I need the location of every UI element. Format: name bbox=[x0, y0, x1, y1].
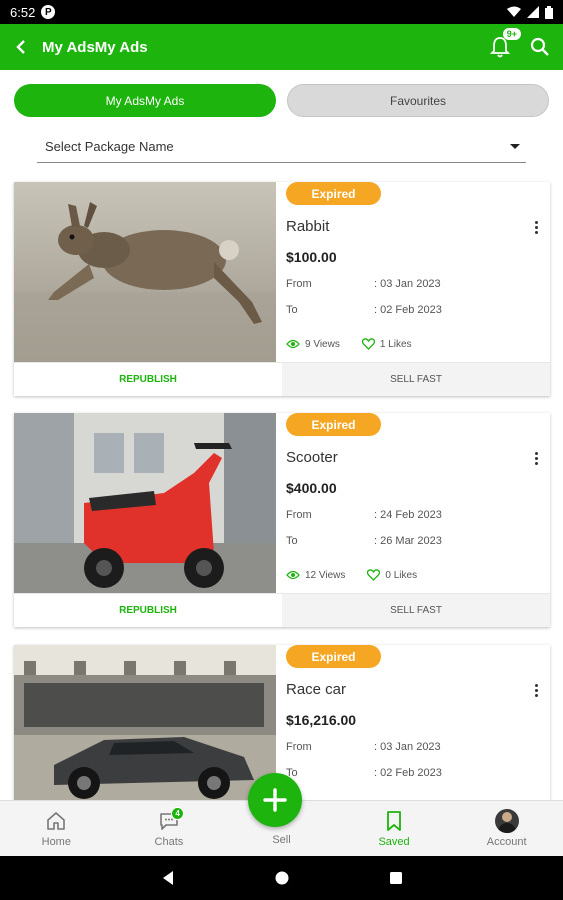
from-date: : 24 Feb 2023 bbox=[374, 509, 442, 521]
dropdown-caret-icon bbox=[510, 144, 520, 149]
nav-home[interactable]: Home bbox=[0, 801, 113, 856]
ad-stats: 9 Views 1 Likes bbox=[286, 338, 434, 350]
from-row: From : 03 Jan 2023 bbox=[286, 741, 441, 753]
plus-icon bbox=[263, 788, 287, 812]
app-notification-icon: P bbox=[41, 5, 56, 19]
ad-info: Expired Scooter $400.00 From : 24 Feb 20… bbox=[286, 413, 550, 593]
ad-title: Rabbit bbox=[286, 218, 330, 235]
to-date: : 26 Mar 2023 bbox=[374, 535, 442, 547]
ad-photo-race-car[interactable] bbox=[14, 645, 276, 825]
bookmark-icon bbox=[387, 811, 401, 831]
status-bar: 6:52 P bbox=[0, 0, 563, 24]
kebab-menu-icon[interactable] bbox=[528, 218, 544, 236]
nav-saved[interactable]: Saved bbox=[338, 801, 451, 856]
nav-chats[interactable]: 4 Chats bbox=[113, 801, 226, 856]
from-row: From : 03 Jan 2023 bbox=[286, 278, 441, 290]
status-time: 6:52 bbox=[10, 4, 36, 20]
system-nav-bar bbox=[0, 856, 563, 900]
kebab-menu-icon[interactable] bbox=[528, 449, 544, 467]
nav-sell-label: Sell bbox=[272, 834, 291, 846]
ad-actions: REPUBLISH SELL FAST bbox=[14, 362, 550, 396]
views-count: 12 Views bbox=[305, 569, 346, 581]
status-badge: Expired bbox=[286, 645, 381, 668]
sell-fab-button[interactable] bbox=[248, 773, 302, 827]
nav-account-label: Account bbox=[486, 836, 527, 848]
heart-icon bbox=[367, 569, 381, 581]
nav-account[interactable]: Account bbox=[450, 801, 563, 856]
republish-button[interactable]: REPUBLISH bbox=[14, 363, 282, 396]
from-date: : 03 Jan 2023 bbox=[374, 741, 441, 753]
to-date: : 02 Feb 2023 bbox=[374, 304, 442, 316]
from-row: From : 24 Feb 2023 bbox=[286, 509, 442, 521]
from-label: From bbox=[286, 741, 312, 753]
home-icon bbox=[47, 812, 66, 830]
ad-title: Race car bbox=[286, 681, 347, 698]
system-recents-icon[interactable] bbox=[389, 871, 403, 885]
to-label: To bbox=[286, 535, 298, 547]
app-bar: My AdsMy Ads 9+ bbox=[0, 24, 563, 70]
ad-card[interactable]: Expired Rabbit $100.00 From : 03 Jan 202… bbox=[14, 182, 550, 396]
package-select-label: Select Package Name bbox=[45, 139, 174, 154]
nav-home-label: Home bbox=[41, 836, 71, 848]
to-date: : 02 Feb 2023 bbox=[374, 767, 442, 779]
ad-info: Expired Rabbit $100.00 From : 03 Jan 202… bbox=[286, 182, 550, 362]
back-arrow-icon[interactable] bbox=[10, 36, 32, 58]
eye-icon bbox=[286, 570, 300, 580]
ad-title: Scooter bbox=[286, 449, 338, 466]
views-count: 9 Views bbox=[305, 338, 340, 350]
system-back-icon[interactable] bbox=[161, 870, 175, 886]
likes-count: 0 Likes bbox=[385, 569, 418, 581]
ad-price: $16,216.00 bbox=[286, 712, 357, 728]
republish-button[interactable]: REPUBLISH bbox=[14, 594, 282, 627]
from-label: From bbox=[286, 278, 312, 290]
wifi-icon bbox=[507, 6, 521, 17]
battery-icon bbox=[545, 5, 553, 19]
likes-count: 1 Likes bbox=[379, 338, 412, 350]
avatar bbox=[494, 809, 519, 833]
ad-card[interactable]: Expired Scooter $400.00 From : 24 Feb 20… bbox=[14, 413, 550, 627]
chats-badge: 4 bbox=[171, 807, 185, 820]
kebab-menu-icon[interactable] bbox=[528, 681, 544, 699]
sell-fast-button[interactable]: SELL FAST bbox=[282, 363, 550, 396]
ad-photo-rabbit[interactable] bbox=[14, 182, 276, 362]
nav-saved-label: Saved bbox=[378, 836, 410, 848]
ad-price: $400.00 bbox=[286, 480, 337, 496]
sell-fast-button[interactable]: SELL FAST bbox=[282, 594, 550, 627]
from-date: : 03 Jan 2023 bbox=[374, 278, 441, 290]
page-title: My AdsMy Ads bbox=[42, 38, 148, 56]
notification-badge: 9+ bbox=[502, 28, 521, 40]
to-row: To : 02 Feb 2023 bbox=[286, 767, 442, 779]
from-label: From bbox=[286, 509, 312, 521]
search-icon[interactable] bbox=[527, 34, 553, 60]
status-badge: Expired bbox=[286, 182, 381, 205]
to-label: To bbox=[286, 304, 298, 316]
notifications-button[interactable]: 9+ bbox=[487, 28, 521, 60]
ad-actions: REPUBLISH SELL FAST bbox=[14, 593, 550, 627]
eye-icon bbox=[286, 339, 300, 349]
ad-price: $100.00 bbox=[286, 249, 337, 265]
ad-info: Expired Race car $16,216.00 From : 03 Ja… bbox=[286, 645, 550, 825]
heart-icon bbox=[361, 338, 375, 350]
to-label: To bbox=[286, 767, 298, 779]
tab-favourites[interactable]: Favourites bbox=[287, 84, 549, 117]
status-badge: Expired bbox=[286, 413, 381, 436]
to-row: To : 26 Mar 2023 bbox=[286, 535, 442, 547]
ad-photo-scooter[interactable] bbox=[14, 413, 276, 593]
signal-icon bbox=[527, 6, 539, 18]
package-select[interactable]: Select Package Name bbox=[37, 131, 526, 163]
nav-chats-label: Chats bbox=[154, 836, 184, 848]
tab-my-ads[interactable]: My AdsMy Ads bbox=[14, 84, 276, 117]
system-home-icon[interactable] bbox=[275, 871, 289, 885]
to-row: To : 02 Feb 2023 bbox=[286, 304, 442, 316]
ad-stats: 12 Views 0 Likes bbox=[286, 569, 439, 581]
ads-tabs: My AdsMy Ads Favourites bbox=[14, 84, 549, 117]
